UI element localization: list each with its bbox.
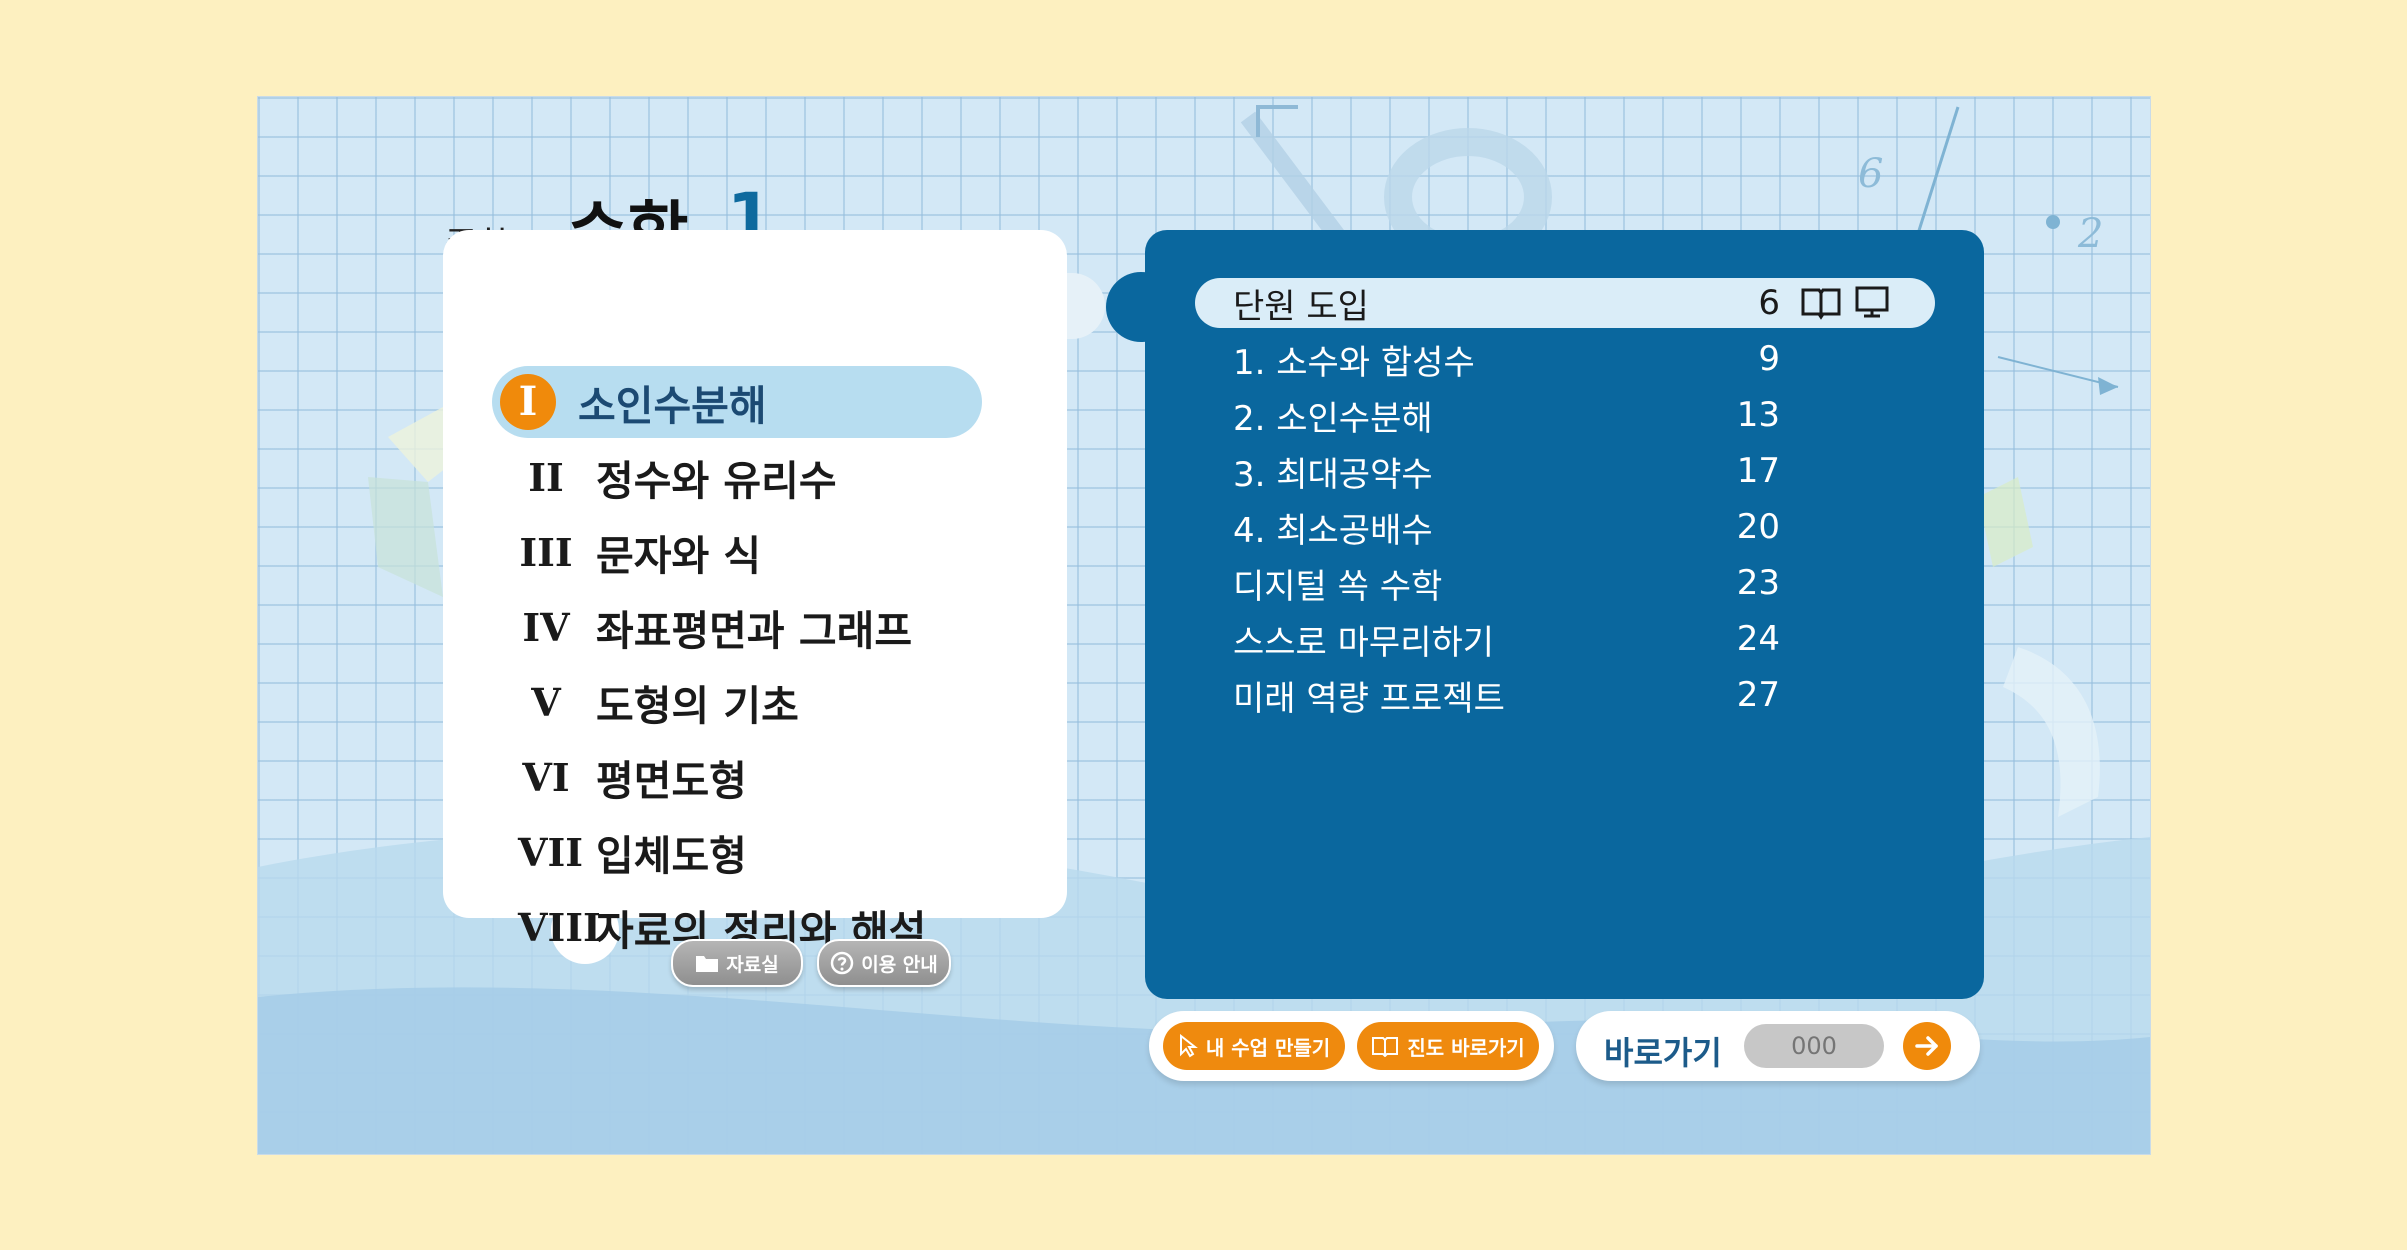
toc-panel: 단원 도입 6 1. 소수와 합성수 9 2. 소인수분해 13 3. 최대공약… [1145,230,1984,999]
toc-item[interactable]: 4. 최소공배수 20 [1195,502,1935,552]
toc-item[interactable]: 3. 최대공약수 17 [1195,446,1935,496]
lesson-action-bar: 내 수업 만들기 진도 바로가기 [1149,1011,1554,1081]
unit-list-panel: I 소인수분해 II 정수와 유리수 III 문자와 식 IV 좌표평면과 그래… [443,230,1067,955]
unit-item-1[interactable]: I 소인수분해 [492,366,982,438]
unit-numeral: III [519,529,573,575]
go-progress-label: 진도 바로가기 [1407,1035,1525,1060]
unit-numeral: V [531,679,561,725]
go-progress-button[interactable]: 진도 바로가기 [1357,1022,1539,1070]
toc-item-title: 단원 도입 [1233,286,1369,327]
toc-item-page: 23 [1736,563,1780,603]
toc-item-page: 9 [1758,339,1780,379]
unit-numeral: VI [522,754,570,800]
resources-button[interactable]: 자료실 [671,939,803,987]
unit-item-2[interactable]: II 정수와 유리수 [492,441,982,513]
help-icon [830,951,854,975]
unit-item-3[interactable]: III 문자와 식 [492,516,982,588]
book-icon [1372,1037,1399,1057]
unit-item-5[interactable]: V 도형의 기초 [492,666,982,738]
toc-item-intro[interactable]: 단원 도입 6 [1195,278,1935,328]
unit-numeral: IV [522,604,570,650]
resources-button-label: 자료실 [726,953,779,976]
app-frame: 6 2 중학교 수학 1 I 소인수분해 II 정수와 유리수 III 문자와 … [257,96,2151,1155]
toc-item[interactable]: 1. 소수와 합성수 9 [1195,334,1935,384]
unit-numeral: II [528,454,564,500]
unit-item-7[interactable]: VII 입체도형 [492,816,982,888]
toc-item-title: 스스로 마무리하기 [1233,622,1495,663]
unit-label: 도형의 기초 [596,682,799,730]
unit-label: 정수와 유리수 [596,457,837,505]
unit-numeral: VII [518,829,584,875]
goto-button[interactable] [1903,1022,1951,1070]
unit-item-4[interactable]: IV 좌표평면과 그래프 [492,591,982,663]
unit-numeral: I [500,374,556,430]
unit-label: 평면도형 [596,757,747,805]
page-number-input[interactable] [1744,1024,1884,1068]
toc-item-page: 17 [1736,451,1780,491]
svg-text:2: 2 [2077,211,2103,257]
folder-icon [696,956,719,972]
toc-item[interactable]: 미래 역량 프로젝트 27 [1195,670,1935,720]
make-lesson-label: 내 수업 만들기 [1205,1035,1331,1060]
toc-item-title: 2. 소인수분해 [1233,398,1433,439]
toc-item-page: 24 [1736,619,1780,659]
guide-button-label: 이용 안내 [861,953,938,976]
goto-label: 바로가기 [1604,1034,1722,1072]
unit-label: 좌표평면과 그래프 [596,607,913,655]
make-lesson-button[interactable]: 내 수업 만들기 [1163,1022,1345,1070]
unit-label: 문자와 식 [596,532,762,580]
unit-label: 입체도형 [596,832,747,880]
toc-item-page: 13 [1736,395,1780,435]
toc-item-title: 4. 최소공배수 [1233,510,1433,551]
unit-numeral: VIII [518,904,601,950]
unit-item-6[interactable]: VI 평면도형 [492,741,982,813]
toc-item-title: 3. 최대공약수 [1233,454,1433,495]
arrow-right-icon [1915,1036,1938,1056]
toc-item[interactable]: 스스로 마무리하기 24 [1195,614,1935,664]
toc-item-title: 미래 역량 프로젝트 [1233,678,1505,719]
guide-button[interactable]: 이용 안내 [817,939,951,987]
book-icon[interactable] [1800,284,1842,320]
unit-label: 소인수분해 [578,382,767,430]
svg-text:6: 6 [1858,151,1883,197]
toc-item-title: 1. 소수와 합성수 [1233,342,1475,383]
toc-item-page: 27 [1736,675,1780,715]
toc-item-title: 디지털 쏙 수학 [1233,566,1443,607]
cursor-icon [1179,1034,1198,1058]
toc-item-page: 20 [1736,507,1780,547]
monitor-icon[interactable] [1854,284,1890,320]
goto-bar: 바로가기 [1576,1011,1980,1081]
toc-item-page: 6 [1758,283,1780,323]
toc-item[interactable]: 디지털 쏙 수학 23 [1195,558,1935,608]
toc-item[interactable]: 2. 소인수분해 13 [1195,390,1935,440]
